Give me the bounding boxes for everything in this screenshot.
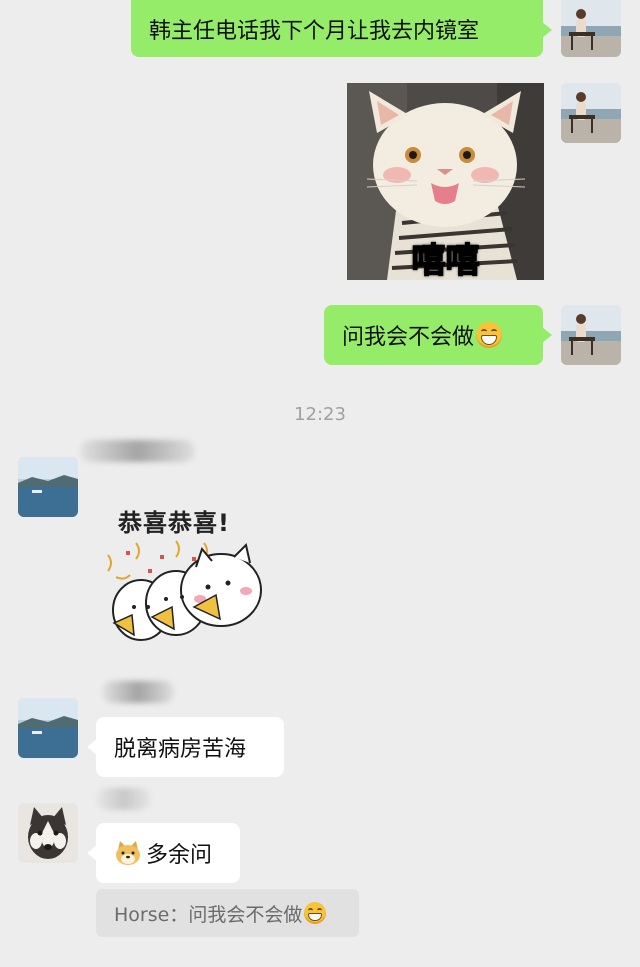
self-avatar[interactable] <box>561 305 621 365</box>
grinning-face-emoji-icon <box>476 322 503 348</box>
sent-text-bubble[interactable]: 韩主任电话我下个月让我去内镜室 <box>131 0 552 57</box>
sent-text-bubble[interactable]: 问我会不会做 <box>324 305 552 365</box>
woman-bench-avatar-icon <box>561 0 621 57</box>
contact-avatar[interactable] <box>18 457 78 517</box>
received-text-bubble[interactable]: 脱离病房苦海 <box>87 717 284 777</box>
self-avatar[interactable] <box>561 83 621 143</box>
celebrating-cats-icon <box>107 540 262 641</box>
lake-avatar-icon <box>18 698 78 758</box>
sender-name-blurred <box>80 440 195 462</box>
quoted-message[interactable]: Horse： 问我会不会做 <box>96 889 359 937</box>
contact-avatar[interactable] <box>18 803 78 863</box>
sticker-caption: 嘻嘻 <box>411 240 481 280</box>
message-timestamp: 12:23 <box>294 404 346 425</box>
woman-bench-avatar-icon <box>561 305 621 365</box>
contact-avatar[interactable] <box>18 698 78 758</box>
sender-name-blurred <box>96 788 151 810</box>
grinning-face-emoji-icon <box>304 902 327 924</box>
cat-sticker[interactable]: 嘻嘻 <box>347 83 544 280</box>
self-avatar[interactable] <box>561 0 621 57</box>
received-text-bubble[interactable]: 多余问 <box>87 823 240 883</box>
message-text: 多余问 <box>146 843 213 868</box>
message-text: 脱离病房苦海 <box>114 737 247 762</box>
quote-sender: Horse： <box>114 903 189 926</box>
woman-bench-avatar-icon <box>561 83 621 143</box>
message-text: 问我会不会做 <box>342 325 475 350</box>
message-text: 韩主任电话我下个月让我去内镜室 <box>149 18 480 44</box>
quote-text: 问我会不会做 <box>188 903 303 926</box>
congrats-sticker[interactable]: 恭喜恭喜! <box>96 495 296 655</box>
husky-avatar-icon <box>18 803 78 863</box>
lake-avatar-icon <box>18 457 78 517</box>
sender-name-blurred <box>102 681 174 703</box>
shiba-doge-emoji-icon <box>116 841 140 865</box>
